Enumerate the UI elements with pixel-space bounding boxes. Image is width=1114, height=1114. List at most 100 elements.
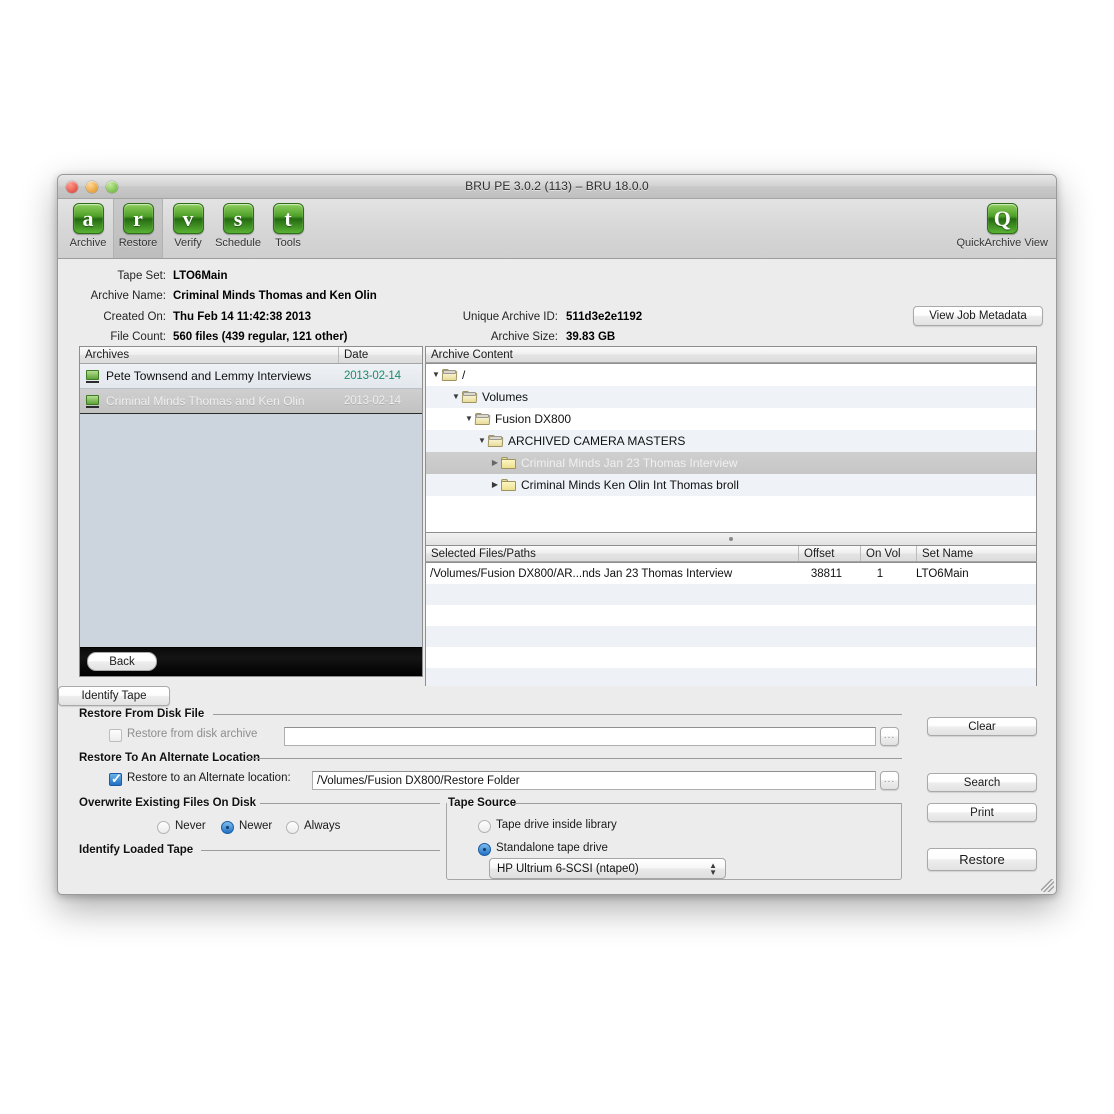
archive-size-label: Archive Size: xyxy=(490,331,558,343)
tree-row[interactable]: ▼ Fusion DX800 xyxy=(426,408,1036,430)
overwrite-label-newer: Newer xyxy=(239,820,273,832)
alternate-location-title: Restore To An Alternate Location xyxy=(79,752,261,764)
twisty-right-icon[interactable]: ▶ xyxy=(489,481,501,489)
toolbar-label-schedule: Schedule xyxy=(215,237,261,249)
restore-from-disk-browse-button[interactable]: ... xyxy=(880,727,899,746)
window-title: BRU PE 3.0.2 (113) – BRU 18.0.0 xyxy=(465,179,649,193)
tree-row[interactable]: ▶ Criminal Minds Jan 23 Thomas Interview xyxy=(426,452,1036,474)
view-job-metadata-button[interactable]: View Job Metadata xyxy=(913,306,1043,326)
created-on-value: Thu Feb 14 11:42:38 2013 xyxy=(173,311,312,323)
open-folder-icon xyxy=(487,435,504,447)
overwrite-label-never: Never xyxy=(175,820,206,832)
tree-row[interactable]: ▼ ARCHIVED CAMERA MASTERS xyxy=(426,430,1036,452)
toolbar-label-tools: Tools xyxy=(275,237,301,249)
toolbar: a Archive r Restore v Verify s Schedule … xyxy=(58,199,1056,259)
tape-drive-select-value: HP Ultrium 6-SCSI (ntape0) xyxy=(497,862,639,875)
archive-content-header: Archive Content xyxy=(425,346,1037,363)
archives-panel: Archives Date Pete Townsend and Lemmy In… xyxy=(79,346,423,677)
restore-from-disk-title: Restore From Disk File xyxy=(79,708,205,720)
alternate-location-path-input[interactable]: /Volumes/Fusion DX800/Restore Folder xyxy=(312,771,876,790)
tree-row-label: Criminal Minds Jan 23 Thomas Interview xyxy=(521,456,738,470)
restore-button[interactable]: Restore xyxy=(927,848,1037,871)
tree-row-label: ARCHIVED CAMERA MASTERS xyxy=(508,434,686,448)
toolbar-label-restore: Restore xyxy=(118,237,158,249)
toolbar-items: a Archive r Restore v Verify s Schedule … xyxy=(63,199,313,258)
selected-files-column-onvol[interactable]: On Vol xyxy=(860,546,916,561)
tree-row[interactable]: ▼ Volumes xyxy=(426,386,1036,408)
archive-content-column: Archive Content xyxy=(431,348,513,361)
twisty-down-icon[interactable]: ▼ xyxy=(450,393,462,401)
tape-drive-select[interactable]: HP Ultrium 6-SCSI (ntape0) ▲ ▼ xyxy=(489,858,726,879)
overwrite-radio-always[interactable] xyxy=(286,821,299,834)
restore-from-disk-path-input[interactable] xyxy=(284,727,876,746)
overwrite-radio-never[interactable] xyxy=(157,821,170,834)
selected-files-cell-setname: LTO6Main xyxy=(916,567,969,580)
tree-row-label: Criminal Minds Ken Olin Int Thomas broll xyxy=(521,478,739,492)
alternate-location-divider xyxy=(246,758,902,759)
overwrite-radio-newer[interactable] xyxy=(221,821,234,834)
selected-files-row-empty xyxy=(426,626,1036,647)
toolbar-item-archive[interactable]: a Archive xyxy=(63,199,113,258)
toolbar-item-restore[interactable]: r Restore xyxy=(113,199,163,258)
toolbar-item-verify[interactable]: v Verify xyxy=(163,199,213,258)
twisty-right-icon[interactable]: ▶ xyxy=(489,459,501,467)
archives-row-date: 2013-02-14 xyxy=(344,370,401,382)
restore-from-disk-checkbox[interactable] xyxy=(109,729,122,742)
restore-from-disk-checkbox-label: Restore from disk archive xyxy=(127,728,258,740)
toolbar-label-verify: Verify xyxy=(174,237,202,249)
selected-files-column-setname[interactable]: Set Name xyxy=(916,546,1036,561)
selected-files-column-offset[interactable]: Offset xyxy=(798,546,860,561)
toolbar-item-schedule[interactable]: s Schedule xyxy=(213,199,263,258)
tree-row-label: / xyxy=(462,368,466,382)
toolbar-label-archive: Archive xyxy=(69,237,107,249)
panel-splitter[interactable] xyxy=(425,533,1037,545)
resize-grip-icon[interactable] xyxy=(1041,879,1054,892)
toolbar-item-quickarchive-view[interactable]: Q QuickArchive View xyxy=(956,203,1049,249)
open-folder-icon xyxy=(441,369,458,381)
tree-row[interactable]: ▶ Criminal Minds Ken Olin Int Thomas bro… xyxy=(426,474,1036,496)
archive-info-header: Tape Set: LTO6Main Archive Name: Crimina… xyxy=(58,259,1056,346)
archives-column-name[interactable]: Archives xyxy=(80,347,338,363)
folder-icon xyxy=(501,457,517,469)
lists-area: Archives Date Pete Townsend and Lemmy In… xyxy=(58,346,1056,711)
title-bar: BRU PE 3.0.2 (113) – BRU 18.0.0 xyxy=(58,175,1056,199)
alternate-location-checkbox[interactable] xyxy=(109,772,122,786)
twisty-down-icon[interactable]: ▼ xyxy=(476,437,488,445)
print-button[interactable]: Print xyxy=(927,803,1037,822)
toolbar-item-tools[interactable]: t Tools xyxy=(263,199,313,258)
twisty-down-icon[interactable]: ▼ xyxy=(430,371,442,379)
overwrite-title: Overwrite Existing Files On Disk xyxy=(79,797,257,809)
selected-files-cell-path: /Volumes/Fusion DX800/AR...nds Jan 23 Th… xyxy=(430,567,733,580)
open-folder-icon xyxy=(461,391,478,403)
selected-files-cell-onvol: 1 xyxy=(876,567,884,580)
toolbar-label-quickarchive: QuickArchive View xyxy=(956,237,1049,249)
alternate-location-browse-button[interactable]: ... xyxy=(880,771,899,790)
clear-button[interactable]: Clear xyxy=(927,717,1037,736)
selected-files-row-empty xyxy=(426,584,1036,605)
archives-row[interactable]: Criminal Minds Thomas and Ken Olin 2013-… xyxy=(80,389,422,414)
archive-content-tree[interactable]: ▼ / ▼ Volumes ▼ Fusion DX800 ▼ ARCHIVED … xyxy=(425,363,1037,533)
archives-row[interactable]: Pete Townsend and Lemmy Interviews 2013-… xyxy=(80,364,422,389)
tools-icon: t xyxy=(272,203,304,234)
selected-files-column-headers: Selected Files/Paths Offset On Vol Set N… xyxy=(425,545,1037,562)
identify-tape-button[interactable]: Identify Tape xyxy=(58,686,170,706)
twisty-down-icon[interactable]: ▼ xyxy=(463,415,475,423)
back-button[interactable]: Back xyxy=(87,652,157,671)
restore-options-area: Restore From Disk File Restore from disk… xyxy=(58,686,1056,886)
archive-name-value: Criminal Minds Thomas and Ken Olin xyxy=(173,290,377,302)
tape-set-label: Tape Set: xyxy=(117,270,166,282)
identify-tape-title: Identify Loaded Tape xyxy=(79,844,194,856)
search-button[interactable]: Search xyxy=(927,773,1037,792)
tape-source-radio-library[interactable] xyxy=(478,820,491,833)
tape-source-radio-standalone[interactable] xyxy=(478,843,491,856)
selected-files-row[interactable]: /Volumes/Fusion DX800/AR...nds Jan 23 Th… xyxy=(426,563,1036,584)
created-on-label: Created On: xyxy=(103,311,166,323)
identify-tape-divider xyxy=(201,850,440,851)
tree-row[interactable]: ▼ / xyxy=(426,364,1036,386)
archives-row-name: Pete Townsend and Lemmy Interviews xyxy=(106,369,312,383)
archives-column-date[interactable]: Date xyxy=(338,347,422,363)
folder-icon xyxy=(501,479,517,491)
selected-files-column-path[interactable]: Selected Files/Paths xyxy=(426,546,798,561)
archives-column-headers: Archives Date xyxy=(80,347,422,364)
tape-set-value: LTO6Main xyxy=(173,270,228,282)
